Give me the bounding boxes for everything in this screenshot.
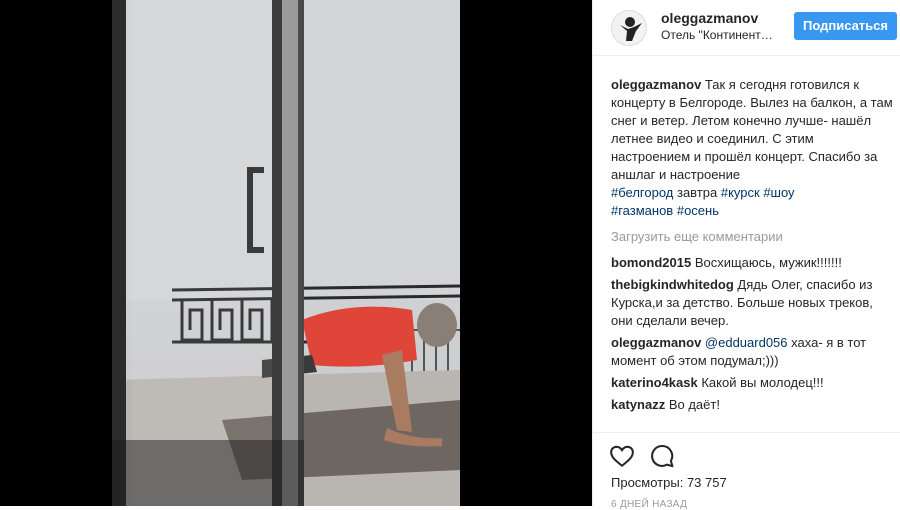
comment-item: katynazz Во даёт!: [611, 396, 895, 414]
comment-item: bomond2015 Восхищаюсь, мужик!!!!!!!: [611, 254, 895, 272]
heart-icon[interactable]: [609, 443, 635, 469]
hashtag-link[interactable]: #белгород: [611, 185, 673, 200]
post-header: oleggazmanov Отель "Континент… Подписать…: [593, 0, 900, 56]
follow-button[interactable]: Подписаться: [794, 12, 897, 40]
comment-item: thebigkindwhitedog Дядь Олег, спасибо из…: [611, 276, 895, 330]
comment-item: katerino4kask Какой вы молодец!!!: [611, 374, 895, 392]
post-author-username[interactable]: oleggazmanov: [661, 10, 758, 26]
hashtag-link[interactable]: #газманов: [611, 203, 673, 218]
hashtag-link[interactable]: #осень: [677, 203, 719, 218]
post-panel: oleggazmanov Отель "Континент… Подписать…: [592, 0, 900, 510]
caption-text: Так я сегодня готовился к концерту в Бел…: [611, 77, 893, 182]
comment-username[interactable]: katerino4kask: [611, 375, 698, 390]
comment-username[interactable]: oleggazmanov: [611, 335, 701, 350]
comment-icon[interactable]: [649, 443, 675, 469]
comment-username[interactable]: katynazz: [611, 397, 665, 412]
comment-item: oleggazmanov @edduard056 хаха- я в тот м…: [611, 334, 895, 370]
hashtag-link[interactable]: #шоу: [763, 185, 794, 200]
views-number: 73 757: [686, 475, 727, 490]
hashtag-link[interactable]: #курск: [721, 185, 760, 200]
comment-text: Восхищаюсь, мужик!!!!!!!: [694, 255, 842, 270]
caption-word: завтра: [676, 185, 718, 200]
post-caption: oleggazmanov Так я сегодня готовился к к…: [611, 76, 895, 220]
avatar[interactable]: [611, 10, 647, 46]
avatar-image: [612, 11, 646, 45]
views-count: Просмотры: 73 757: [611, 475, 727, 490]
post-location[interactable]: Отель "Континент…: [661, 28, 779, 42]
comment-text: Какой вы молодец!!!: [701, 375, 824, 390]
post-actions: Просмотры: 73 757 6 дней назад: [593, 432, 900, 510]
comments-list: oleggazmanov Так я сегодня готовился к к…: [611, 76, 895, 418]
comment-mention-link[interactable]: @edduard056: [705, 335, 788, 350]
comment-username[interactable]: bomond2015: [611, 255, 691, 270]
comment-text: Во даёт!: [668, 397, 720, 412]
video-player[interactable]: [0, 0, 592, 506]
load-more-comments-link[interactable]: Загрузить еще комментарии: [611, 228, 895, 246]
video-scene: [112, 0, 460, 506]
views-label: Просмотры:: [611, 475, 684, 490]
post-timestamp[interactable]: 6 дней назад: [611, 499, 687, 510]
caption-username[interactable]: oleggazmanov: [611, 77, 701, 92]
comment-username[interactable]: thebigkindwhitedog: [611, 277, 734, 292]
video-frame: [112, 0, 460, 506]
